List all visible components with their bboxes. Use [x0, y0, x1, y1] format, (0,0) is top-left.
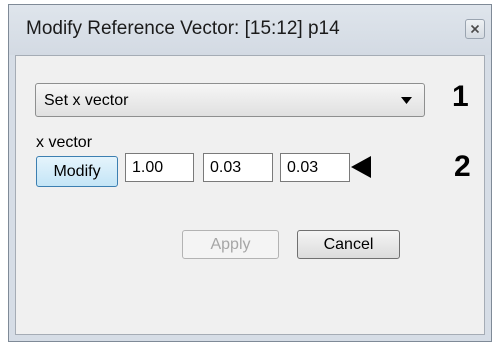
- x-vector-component-2[interactable]: 0.03: [203, 153, 273, 182]
- x-vector-component-3[interactable]: 0.03: [280, 153, 350, 182]
- dialog-window: Modify Reference Vector: [15:12] p14 Set…: [8, 4, 492, 342]
- dropdown-arrow-icon: [401, 97, 412, 104]
- close-button[interactable]: [465, 19, 485, 39]
- modify-button[interactable]: Modify: [36, 156, 118, 187]
- annotation-marker-1: 1: [452, 80, 469, 113]
- x-vector-component-1[interactable]: 1.00: [125, 153, 194, 182]
- dialog-body: Set x vector 1 x vector Modify 1.00 0.03…: [15, 55, 485, 335]
- pointer-arrow-icon: [351, 156, 371, 178]
- window-title: Modify Reference Vector: [15:12] p14: [26, 18, 340, 39]
- close-icon: [470, 24, 480, 34]
- title-bar[interactable]: Modify Reference Vector: [15:12] p14: [9, 5, 491, 55]
- apply-button[interactable]: Apply: [182, 230, 279, 259]
- cancel-button[interactable]: Cancel: [297, 230, 400, 259]
- x-vector-label: x vector: [36, 134, 93, 151]
- mode-dropdown[interactable]: Set x vector: [35, 83, 425, 117]
- annotation-marker-2: 2: [454, 150, 471, 183]
- mode-dropdown-value: Set x vector: [44, 92, 129, 109]
